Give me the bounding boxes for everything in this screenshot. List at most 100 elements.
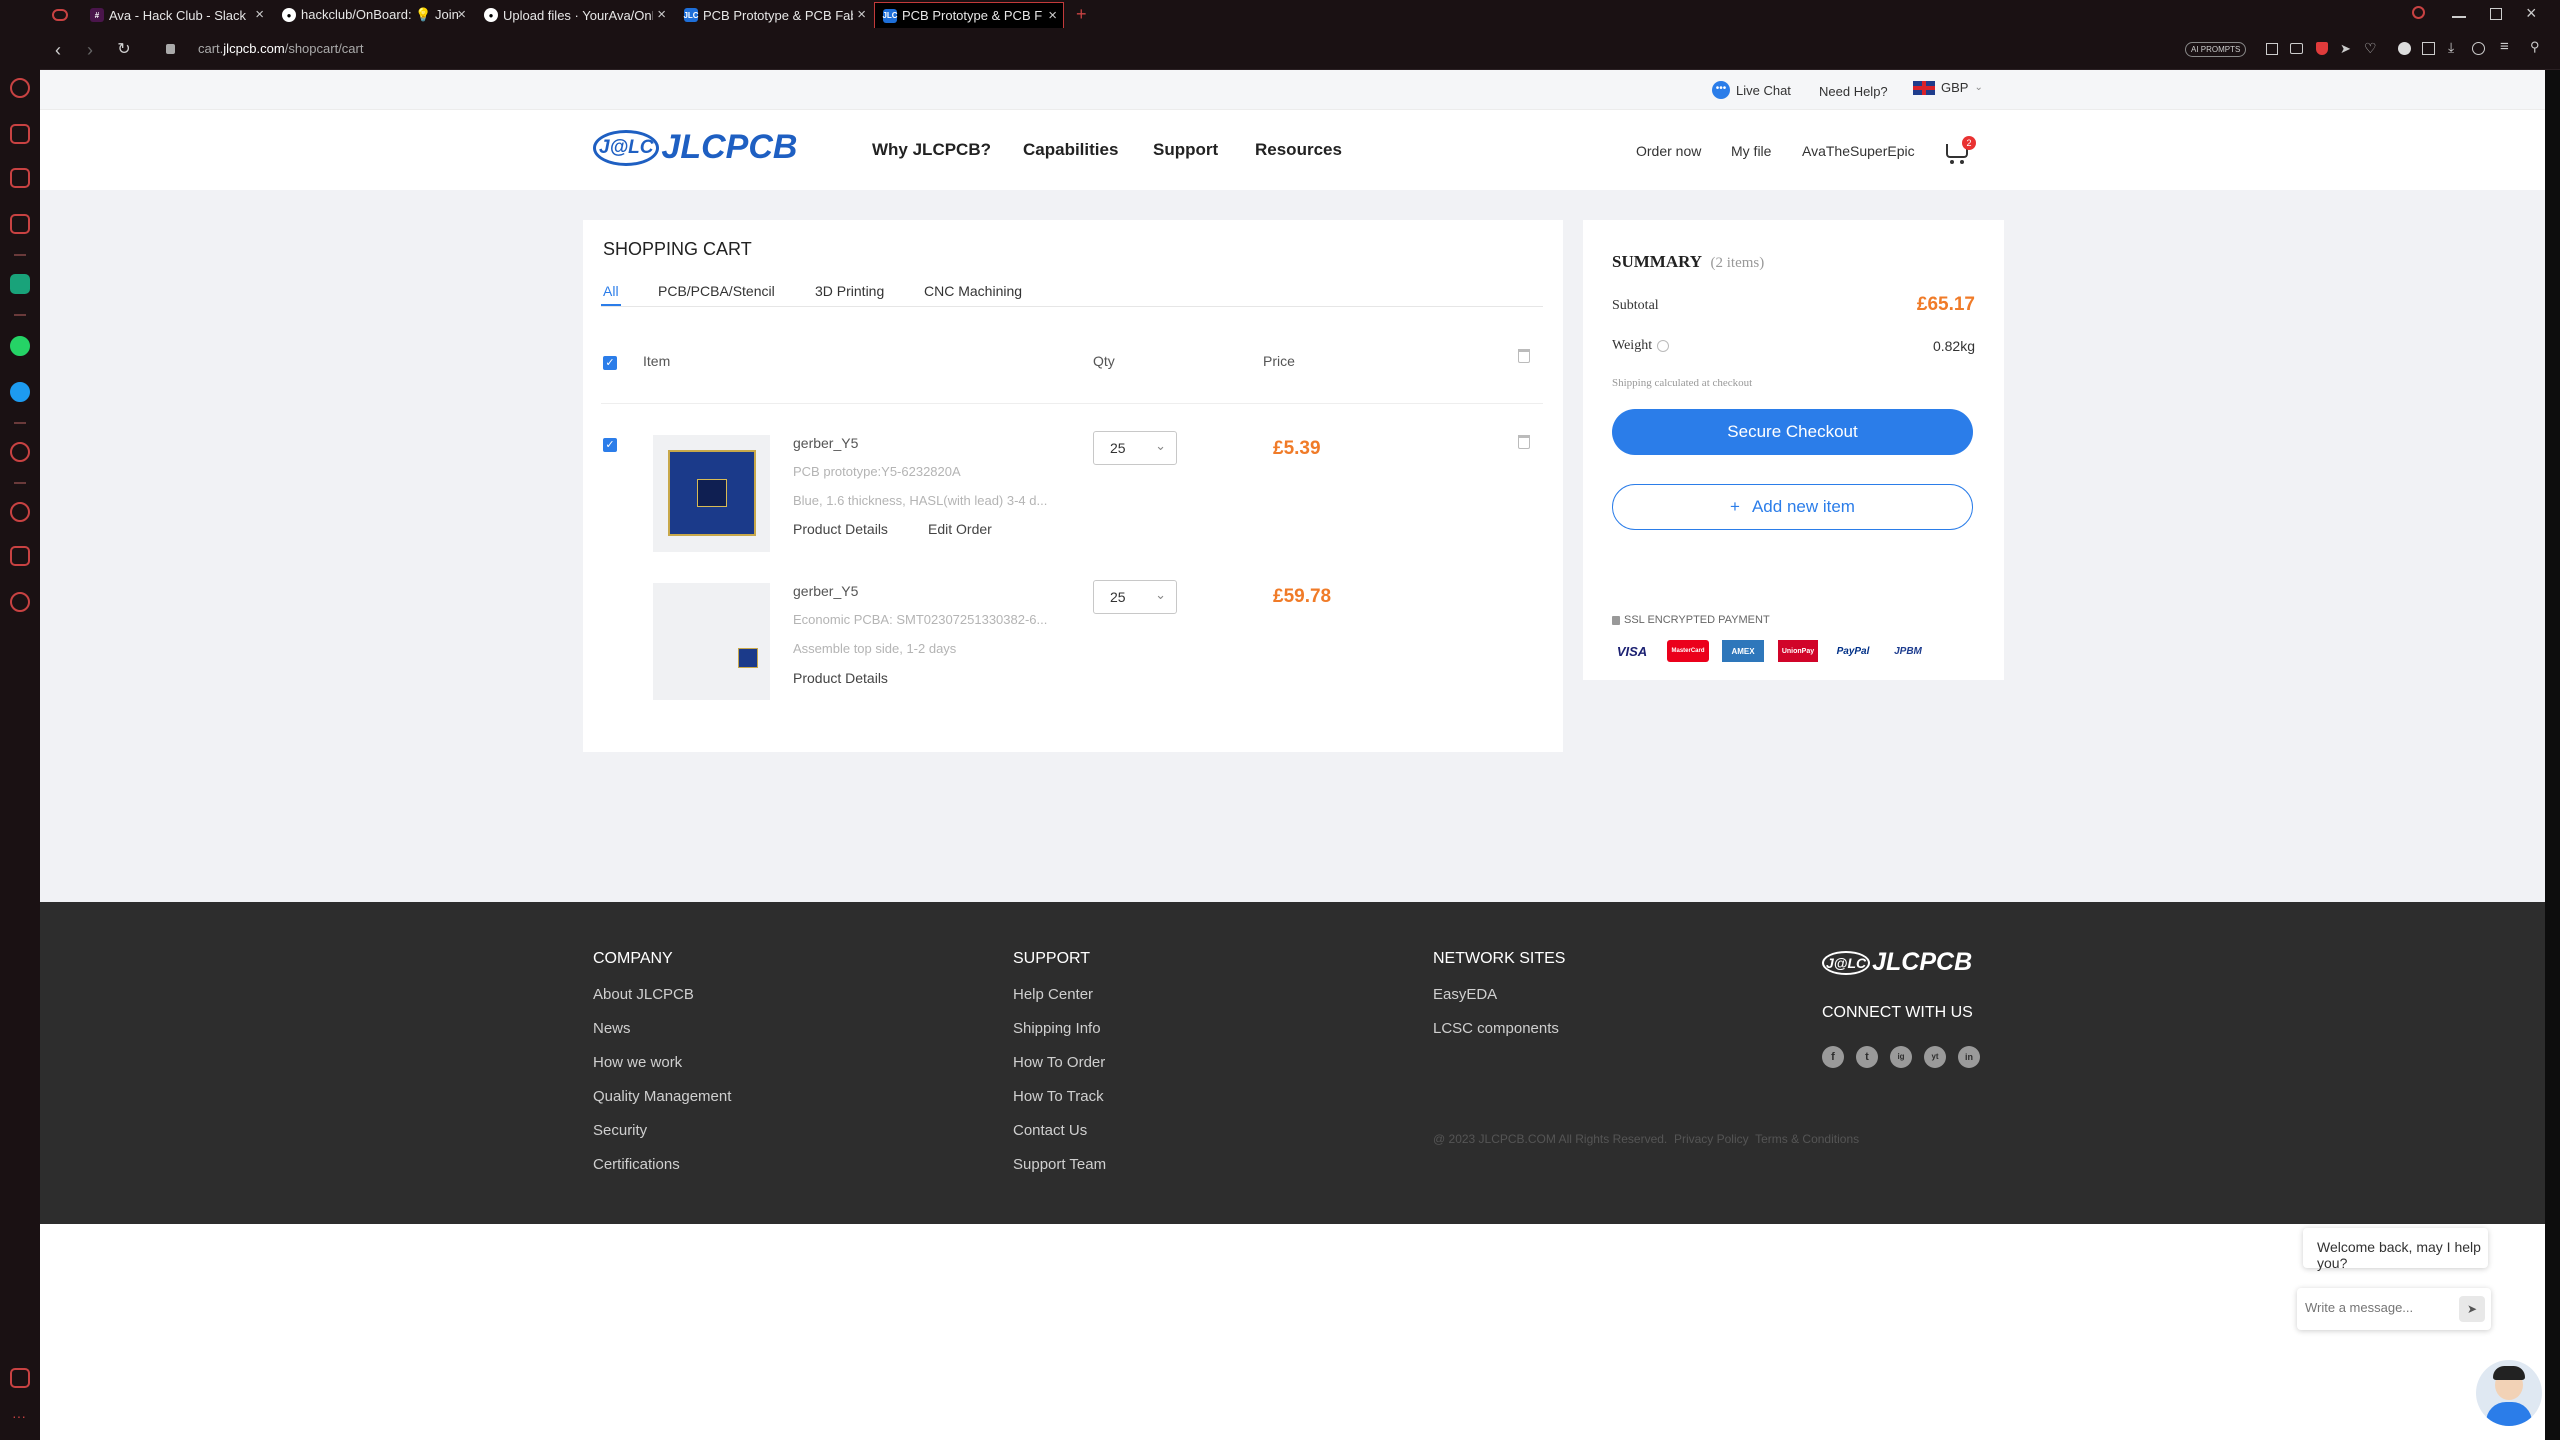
pin-icon[interactable]: ⚲ [2530,39,2540,55]
instagram-icon[interactable]: ig [1890,1046,1912,1068]
player-icon[interactable] [10,442,30,462]
heart-icon[interactable]: ♡ [2364,40,2377,57]
footer-link-how-to-order[interactable]: How To Order [1013,1054,1105,1071]
browser-tab-slack[interactable]: # Ava - Hack Club - Slack × [82,2,270,28]
camera-icon[interactable] [2290,43,2303,54]
chat-greeting-bubble[interactable]: Welcome back, may I help you? [2303,1228,2488,1271]
footer-link-help-center[interactable]: Help Center [1013,986,1093,1003]
browser-tab-jlcpcb-active[interactable]: JLC PCB Prototype & PCB Fabric × [874,2,1064,28]
footer-link-security[interactable]: Security [593,1122,647,1139]
tab-overview-icon[interactable] [52,9,68,21]
send-icon[interactable]: ➤ [2340,41,2351,57]
delete-all-trash-icon[interactable] [1518,349,1530,363]
whatsapp-icon[interactable] [10,336,30,356]
edit-order-link[interactable]: Edit Order [928,521,992,537]
twitch-icon[interactable] [10,168,30,188]
footer-link-how-we-work[interactable]: How we work [593,1054,682,1071]
close-tab-icon[interactable]: × [457,6,466,23]
shopping-icon[interactable] [10,124,30,144]
nav-resources[interactable]: Resources [1255,140,1342,160]
order-now-link[interactable]: Order now [1636,143,1701,159]
select-all-checkbox[interactable]: ✓ [603,356,617,370]
browser-tab-jlcpcb-1[interactable]: JLC PCB Prototype & PCB Fabric × [676,2,872,28]
tab-cnc-machining[interactable]: CNC Machining [924,283,1022,299]
history-icon[interactable] [10,502,30,522]
menu-icon[interactable]: ≡ [2500,38,2509,55]
browser-tab-github-onboard[interactable]: ● hackclub/OnBoard: 💡 Join × [274,2,472,28]
nav-support[interactable]: Support [1153,140,1218,160]
quantity-select[interactable]: 25 ⌄ [1093,580,1177,614]
forward-arrow-icon[interactable]: › [78,38,102,62]
reload-icon[interactable]: ↻ [112,38,136,62]
footer-link-lcsc[interactable]: LCSC components [1433,1020,1559,1037]
info-icon[interactable] [1657,340,1670,352]
need-help-link[interactable]: Need Help? [1819,84,1888,99]
chatgpt-icon[interactable] [10,274,30,294]
close-tab-icon[interactable]: × [857,6,866,23]
instagram-icon[interactable] [10,214,30,234]
settings-gear-icon[interactable] [10,592,30,612]
facebook-icon[interactable]: f [1822,1046,1844,1068]
twitter-icon[interactable]: t [1856,1046,1878,1068]
restore-window-icon[interactable] [2490,8,2502,20]
pcb-thumbnail[interactable] [653,435,770,552]
product-details-link[interactable]: Product Details [793,670,888,686]
tab-pcb-pcba-stencil[interactable]: PCB/PCBA/Stencil [658,283,775,299]
close-tab-icon[interactable]: × [657,6,666,23]
minimize-window-icon[interactable] [2452,16,2466,18]
close-window-icon[interactable]: × [2526,3,2537,24]
youtube-icon[interactable]: yt [1924,1046,1946,1068]
secure-checkout-button[interactable]: Secure Checkout [1612,409,1973,455]
footer-link-quality[interactable]: Quality Management [593,1088,731,1105]
footer-link-easyeda[interactable]: EasyEDA [1433,986,1497,1003]
footer-link-how-to-track[interactable]: How To Track [1013,1088,1104,1105]
footer-link-about[interactable]: About JLCPCB [593,986,694,1003]
edit-icon[interactable] [2266,43,2278,55]
live-chat-link[interactable]: ••• Live Chat [1712,81,1791,99]
browser-tab-github-upload[interactable]: ● Upload files · YourAva/OnB × [476,2,672,28]
search-tabs-icon[interactable] [2412,6,2425,19]
more-options-icon[interactable]: ··· [12,1408,26,1424]
chat-message-input[interactable]: ➤ [2297,1288,2491,1330]
close-tab-icon[interactable]: × [255,6,264,23]
tab-3d-printing[interactable]: 3D Printing [815,283,884,299]
user-account-link[interactable]: AvaTheSuperEpic [1802,143,1915,159]
speed-dial-icon[interactable] [10,78,30,98]
tab-all[interactable]: All [603,283,619,299]
add-new-item-button[interactable]: + Add new item [1612,484,1973,530]
footer-link-certifications[interactable]: Certifications [593,1156,680,1173]
back-arrow-icon[interactable]: ‹ [46,38,70,62]
nav-capabilities[interactable]: Capabilities [1023,140,1118,160]
shield-icon[interactable] [2316,42,2328,55]
settings-icon[interactable] [2472,42,2485,55]
chat-avatar[interactable] [2476,1360,2542,1426]
nav-why-jlcpcb[interactable]: Why JLCPCB? [872,140,991,160]
footer-link-support-team[interactable]: Support Team [1013,1156,1106,1173]
item-checkbox[interactable]: ✓ [603,438,617,452]
currency-selector[interactable]: GBP ⌄ [1913,80,1983,95]
footer-link-news[interactable]: News [593,1020,631,1037]
chat-input-field[interactable] [2305,1300,2445,1315]
linkedin-icon[interactable]: in [1958,1046,1980,1068]
twitter-icon[interactable] [10,382,30,402]
cube-icon[interactable] [2422,42,2435,55]
send-message-icon[interactable]: ➤ [2459,1296,2485,1322]
cart-button[interactable]: 2 [1944,136,1976,166]
download-icon[interactable]: ⤓ [2448,39,2454,56]
ai-prompts-button[interactable]: AI PROMPTS [2185,42,2247,57]
jlcpcb-logo[interactable]: J@LC JLCPCB [593,128,797,167]
close-tab-icon[interactable]: × [1048,7,1057,24]
my-file-link[interactable]: My file [1731,143,1771,159]
footer-link-contact-us[interactable]: Contact Us [1013,1122,1087,1139]
product-details-link[interactable]: Product Details [793,521,888,537]
gallery-icon[interactable] [10,1368,30,1388]
extensions-icon[interactable] [10,546,30,566]
footer-link-shipping-info[interactable]: Shipping Info [1013,1020,1101,1037]
new-tab-button[interactable]: + [1076,4,1087,25]
vpn-icon[interactable] [2398,42,2411,55]
quantity-select[interactable]: 25 ⌄ [1093,431,1177,465]
delete-item-trash-icon[interactable] [1518,435,1530,449]
footer-jlcpcb-logo[interactable]: J@LC JLCPCB [1822,948,1972,977]
url-field[interactable]: cart.jlcpcb.com/shopcart/cart [198,41,363,56]
pcba-thumbnail[interactable] [653,583,770,700]
